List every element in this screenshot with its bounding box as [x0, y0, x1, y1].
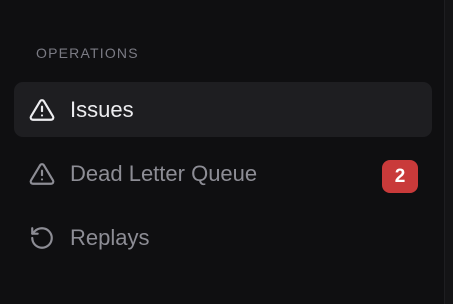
- sidebar: OPERATIONS Issues Dead Letter Queue 2 Re…: [0, 0, 444, 304]
- sidebar-item-label: Replays: [70, 224, 150, 250]
- warning-triangle-icon: [28, 160, 56, 188]
- sidebar-item-issues[interactable]: Issues: [14, 82, 432, 137]
- section-title-operations: OPERATIONS: [36, 45, 139, 61]
- warning-triangle-icon: [28, 96, 56, 124]
- rotate-ccw-icon: [28, 224, 56, 252]
- sidebar-item-replays[interactable]: Replays: [14, 210, 432, 265]
- panel-edge: [444, 0, 453, 304]
- sidebar-item-dead-letter-queue[interactable]: Dead Letter Queue 2: [14, 146, 432, 201]
- count-badge: 2: [382, 160, 418, 193]
- sidebar-item-label: Issues: [70, 96, 134, 122]
- sidebar-item-label: Dead Letter Queue: [70, 160, 258, 186]
